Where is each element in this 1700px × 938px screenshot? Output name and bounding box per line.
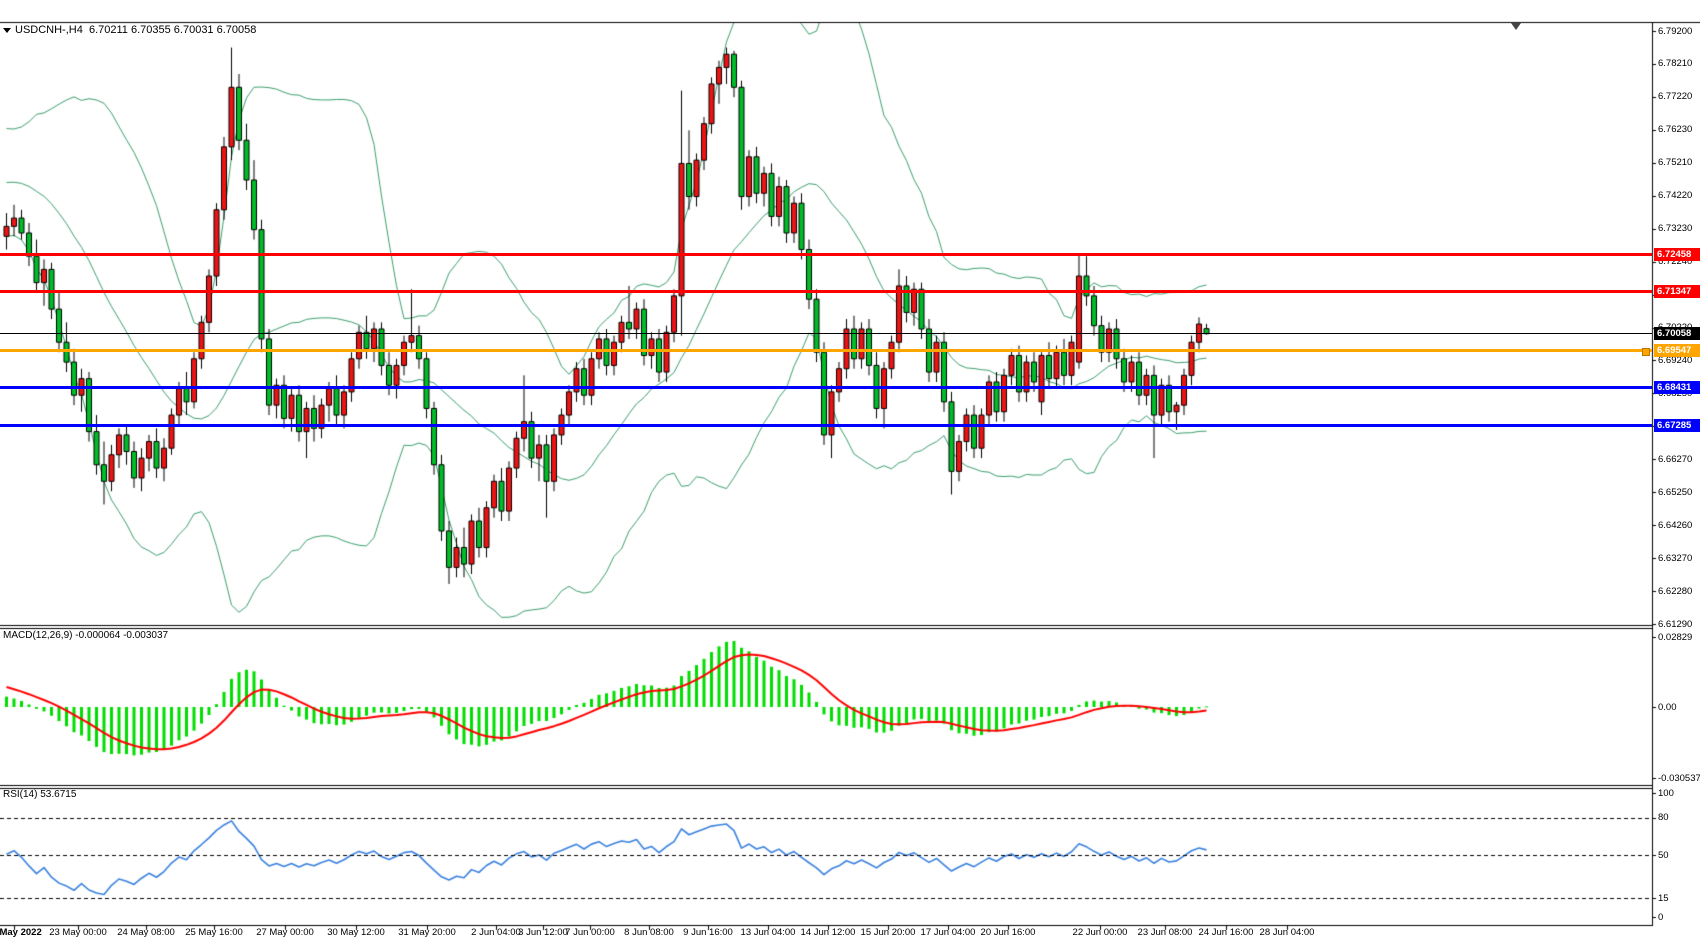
price-chart-canvas[interactable] <box>0 0 1700 937</box>
mt4-application: { "toolbar": { "new_order_label": "新订单",… <box>0 0 1700 937</box>
